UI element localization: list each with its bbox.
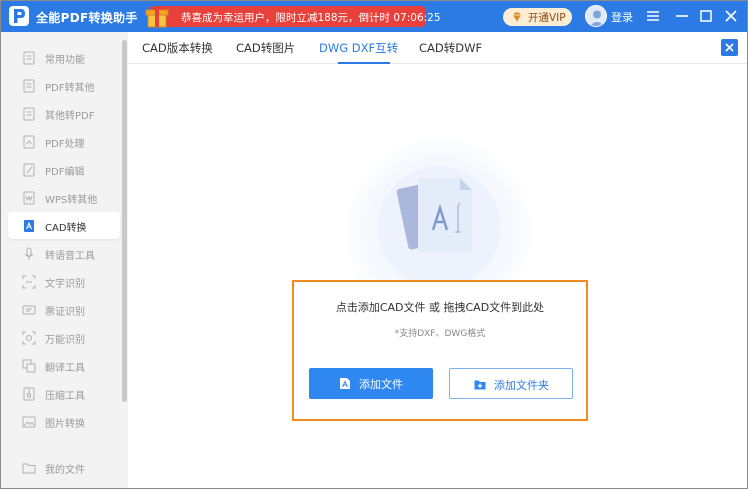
sidebar-item-label: CAD转换 [45, 223, 87, 234]
sidebar-item-compress[interactable]: 压缩工具 [8, 380, 120, 407]
close-icon[interactable] [722, 7, 740, 25]
image-icon [22, 416, 36, 428]
wps-icon [23, 191, 35, 205]
add-file-icon [340, 378, 350, 389]
tab-dwg-dxf[interactable]: DWG DXF互转 [319, 40, 398, 56]
sidebar-item-my-files[interactable]: 我的文件 [8, 454, 120, 481]
cad-icon [24, 220, 34, 232]
sidebar-item-pdf-to-other[interactable]: PDF转其他 [8, 72, 120, 99]
sidebar-item-other-to-pdf[interactable]: 其他转PDF [8, 100, 120, 127]
add-file-button[interactable]: 添加文件 [309, 368, 433, 399]
promo-text: 恭喜成为幸运用户，限时立减188元，倒计时 07:06:25 [181, 12, 441, 24]
star-icon [23, 51, 35, 65]
ocr-icon [22, 275, 36, 289]
ticket-icon [22, 305, 36, 315]
menu-icon[interactable] [644, 7, 662, 25]
sidebar-item-ocr[interactable]: 文字识别 [8, 268, 120, 295]
folder-icon [22, 463, 36, 474]
login-link[interactable]: 登录 [611, 9, 633, 25]
maximize-icon[interactable] [697, 7, 715, 25]
sidebar-item-label: PDF转其他 [45, 83, 95, 94]
vip-label: 开通VIP [528, 12, 566, 24]
scan-icon [22, 331, 36, 345]
sidebar-item-pdf-edit[interactable]: PDF编辑 [8, 156, 120, 183]
tab-active-indicator [338, 62, 390, 64]
sidebar-item-label: 常用功能 [45, 55, 85, 66]
sidebar-item-label: PDF处理 [45, 139, 85, 150]
pdf-icon [23, 107, 35, 121]
compress-icon [23, 387, 35, 401]
title-bar: 全能PDF转换助手 恭喜成为幸运用户，限时立减188元，倒计时 07:06:25… [1, 1, 747, 32]
avatar[interactable] [585, 5, 607, 27]
sidebar-item-cad[interactable]: CAD转换 [8, 212, 120, 239]
sidebar-item-label: 我的文件 [45, 465, 85, 476]
sidebar-item-label: 压缩工具 [45, 391, 85, 402]
promo-banner[interactable]: 恭喜成为幸运用户，限时立减188元，倒计时 07:06:25 [145, 6, 441, 28]
sidebar-item-voice[interactable]: 转语音工具 [8, 240, 120, 267]
add-folder-label: 添加文件夹 [494, 379, 549, 392]
voice-icon [24, 247, 34, 260]
pdf-edit-icon [23, 163, 35, 177]
sidebar-item-label: 翻译工具 [45, 363, 85, 374]
vip-button[interactable]: 开通VIP [503, 8, 572, 26]
panel-close-icon[interactable] [721, 39, 738, 56]
gift-icon [145, 6, 169, 28]
sidebar-item-label: 万能识别 [45, 335, 85, 346]
sidebar-item-label: WPS转其他 [45, 195, 98, 206]
tab-cad-to-dwf[interactable]: CAD转DWF [419, 40, 482, 56]
sidebar-item-wps-to-other[interactable]: WPS转其他 [8, 184, 120, 211]
tab-cad-version[interactable]: CAD版本转换 [142, 40, 213, 56]
sidebar-item-translate[interactable]: 翻译工具 [8, 352, 120, 379]
sidebar-scrollbar[interactable] [122, 40, 127, 402]
pdf-icon [23, 79, 35, 93]
sidebar-item-label: 图片转换 [45, 419, 85, 430]
sidebar-item-label: 其他转PDF [45, 111, 95, 122]
sidebar-item-label: PDF编辑 [45, 167, 85, 178]
sidebar-item-scan[interactable]: 万能识别 [8, 324, 120, 351]
sidebar-item-label: 文字识别 [45, 279, 85, 290]
drop-zone-format-hint: *支持DXF、DWG格式 [394, 329, 486, 339]
file-drop-zone[interactable]: 点击添加CAD文件 或 拖拽CAD文件到此处 *支持DXF、DWG格式 添加文件… [292, 280, 588, 421]
sidebar-item-pdf-process[interactable]: PDF处理 [8, 128, 120, 155]
sidebar-item-label: 转语音工具 [45, 251, 95, 262]
sidebar-item-image[interactable]: 图片转换 [8, 408, 120, 435]
add-folder-icon [474, 380, 486, 390]
minimize-icon[interactable] [673, 7, 691, 25]
add-file-label: 添加文件 [359, 378, 403, 391]
add-folder-button[interactable]: 添加文件夹 [449, 368, 573, 399]
cad-document-icon [396, 178, 472, 252]
app-window: 全能PDF转换助手 恭喜成为幸运用户，限时立减188元，倒计时 07:06:25… [0, 0, 748, 489]
drop-zone-title: 点击添加CAD文件 或 拖拽CAD文件到此处 [335, 301, 545, 314]
diamond-icon [513, 12, 521, 22]
translate-icon [22, 359, 36, 373]
tab-cad-to-image[interactable]: CAD转图片 [236, 40, 295, 56]
sidebar-item-common[interactable]: 常用功能 [8, 44, 120, 71]
sidebar-item-ticket[interactable]: 票证识别 [8, 296, 120, 323]
pdf-process-icon [23, 135, 35, 149]
tab-bar: CAD版本转换 CAD转图片 DWG DXF互转 CAD转DWF [128, 32, 747, 64]
app-logo-icon [9, 6, 29, 26]
sidebar: 常用功能 PDF转其他 其他转PDF PDF处理 PDF编辑 WPS转其他 CA… [1, 32, 128, 488]
sidebar-item-label: 票证识别 [45, 307, 85, 318]
app-title: 全能PDF转换助手 [36, 11, 138, 25]
